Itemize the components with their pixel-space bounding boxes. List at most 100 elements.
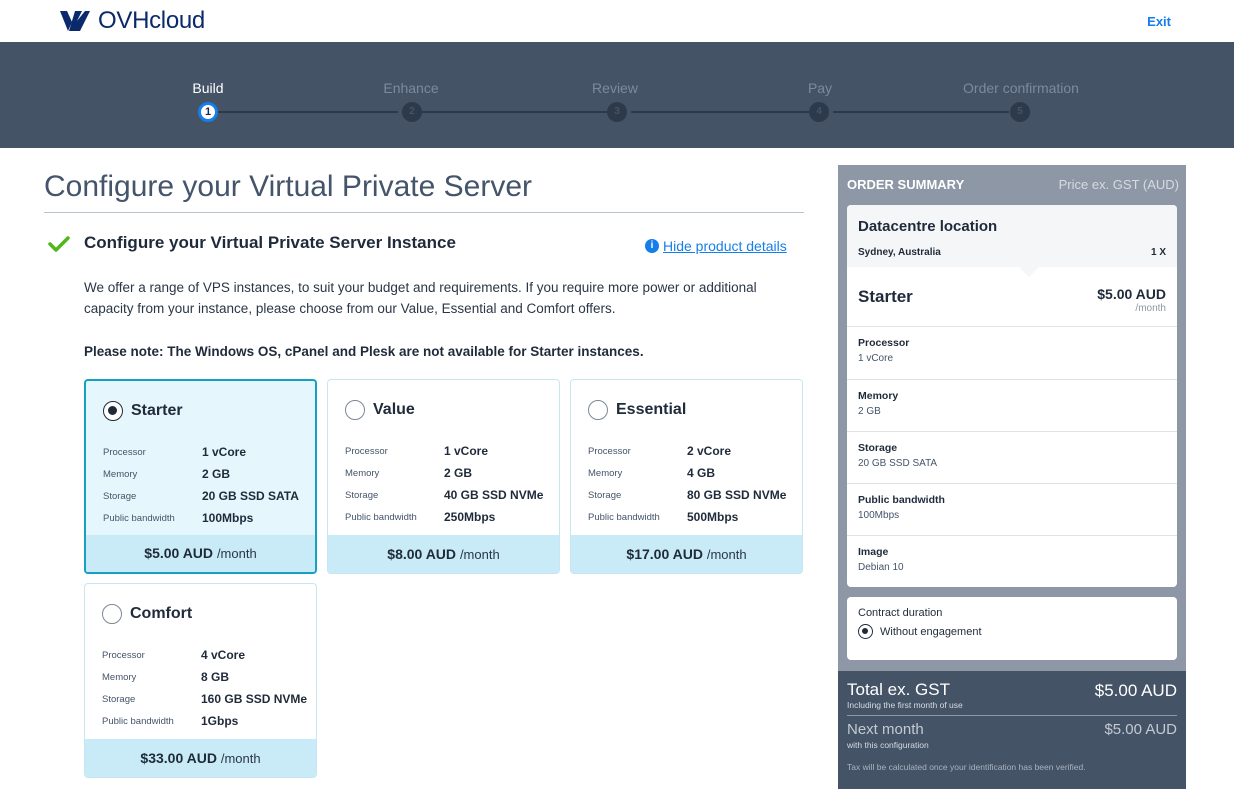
spec-label: Memory xyxy=(588,467,623,479)
total-row: Total ex. GST Including the first month … xyxy=(847,680,1177,711)
ovhcloud-logo[interactable]: OVHcloud xyxy=(60,7,205,35)
contract-duration-title: Contract duration xyxy=(858,607,943,619)
plan-price-period: /month xyxy=(216,546,257,561)
plan-name: Essential xyxy=(616,401,687,418)
spec-label: Processor xyxy=(103,446,146,458)
notch-arrow xyxy=(1019,267,1039,277)
plan-specs: Processor 1 vCore Memory 2 GB Storage 40 GB… xyxy=(345,440,555,528)
starter-limitation-note: Please note: The Windows OS, cPanel and … xyxy=(84,344,644,359)
step-connector xyxy=(833,111,1009,113)
plan-name: Comfort xyxy=(130,605,193,622)
step-connector xyxy=(218,111,398,113)
next-month-label: Next month xyxy=(847,721,924,738)
plan-price: $8.00 AUD /month xyxy=(328,535,559,573)
summary-item-processor: Processor 1 vCore xyxy=(847,327,1177,379)
spec-label: Public bandwidth xyxy=(345,511,417,523)
hide-product-details-label: Hide product details xyxy=(663,238,787,254)
summary-item-value: Debian 10 xyxy=(858,562,904,573)
step-enhance: Enhance xyxy=(331,80,491,100)
plan-price-amount: $8.00 AUD xyxy=(387,546,457,562)
summary-item-memory: Memory 2 GB xyxy=(847,379,1177,431)
summary-item-bandwidth: Public bandwidth 100Mbps xyxy=(847,483,1177,535)
plan-card-comfort[interactable]: Comfort Processor 4 vCore Memory 8 GB Stor… xyxy=(84,583,317,778)
page-title: Configure your Virtual Private Server xyxy=(44,170,532,203)
spec-value: 1 vCore xyxy=(444,444,489,458)
total-label: Total ex. GST xyxy=(847,680,950,699)
spec-label: Memory xyxy=(103,468,138,480)
plan-price-period: /month xyxy=(706,547,747,562)
ovhcloud-logo-icon xyxy=(60,11,90,31)
total-amount: $5.00 AUD xyxy=(1094,681,1177,700)
plan-radio[interactable] xyxy=(345,400,365,420)
step-number: 1 xyxy=(198,102,218,122)
step-connector xyxy=(631,111,809,113)
top-bar: OVHcloud Exit xyxy=(0,0,1234,42)
summary-item-value: 2 GB xyxy=(858,406,881,417)
spec-value: 8 GB xyxy=(201,670,230,684)
plan-radio[interactable] xyxy=(103,401,123,421)
plan-radio[interactable] xyxy=(588,400,608,420)
price-currency-note: Price ex. GST (AUD) xyxy=(1058,177,1179,192)
order-summary-title: ORDER SUMMARY xyxy=(847,177,965,192)
summary-price-amount: $5.00 AUD xyxy=(1097,286,1166,302)
plan-price-amount: $17.00 AUD xyxy=(626,546,703,562)
next-month-amount: $5.00 AUD xyxy=(1104,721,1177,738)
checkmark-icon xyxy=(48,236,70,252)
spec-label: Storage xyxy=(103,490,137,502)
next-month-row: Next month with this configuration $5.00… xyxy=(847,721,1177,750)
order-summary-card: Datacentre location Sydney, Australia 1 … xyxy=(847,205,1177,587)
brand-name: OVHcloud xyxy=(98,7,205,34)
next-month-sublabel: with this configuration xyxy=(847,740,929,750)
spec-label: Processor xyxy=(345,445,388,457)
order-totals: Total ex. GST Including the first month … xyxy=(838,671,1186,789)
order-summary-panel: ORDER SUMMARY Price ex. GST (AUD) Datace… xyxy=(838,165,1186,789)
spec-label: Public bandwidth xyxy=(103,512,175,524)
order-stepper: Build Enhance Review Pay Order confirmat… xyxy=(0,42,1234,148)
plan-radio[interactable] xyxy=(102,604,122,624)
spec-value: 2 vCore xyxy=(687,444,732,458)
spec-value: 250Mbps xyxy=(444,510,496,524)
step-connector xyxy=(422,111,607,113)
divider xyxy=(44,212,804,213)
plan-name: Value xyxy=(373,401,415,418)
summary-item-label: Memory xyxy=(858,390,899,402)
hide-product-details-link[interactable]: i Hide product details xyxy=(645,238,787,254)
plan-price: $17.00 AUD /month xyxy=(571,535,802,573)
total-sublabel: Including the first month of use xyxy=(847,700,963,710)
step-number: 2 xyxy=(402,102,422,122)
step-build: Build xyxy=(128,80,288,100)
spec-value: 160 GB SSD NVMe xyxy=(201,692,308,706)
plan-card-essential[interactable]: Essential Processor 2 vCore Memory 4 GB St… xyxy=(570,379,803,574)
spec-label: Public bandwidth xyxy=(588,511,660,523)
plan-price: $33.00 AUD /month xyxy=(85,739,316,777)
step-number: 4 xyxy=(809,102,829,122)
plan-card-starter[interactable]: Starter Processor 1 vCore Memory 2 GB Stor… xyxy=(84,379,317,574)
exit-link[interactable]: Exit xyxy=(1147,14,1171,29)
plan-price-period: /month xyxy=(220,751,261,766)
step-order-confirmation: Order confirmation xyxy=(941,80,1101,100)
plan-specs: Processor 1 vCore Memory 2 GB Storage 20 GB… xyxy=(103,441,313,529)
step-label: Order confirmation xyxy=(963,80,1079,96)
contract-radio[interactable] xyxy=(858,624,873,639)
plan-card-value[interactable]: Value Processor 1 vCore Memory 2 GB Storag… xyxy=(327,379,560,574)
summary-item-image: Image Debian 10 xyxy=(847,535,1177,587)
summary-item-storage: Storage 20 GB SSD SATA xyxy=(847,431,1177,483)
summary-item-label: Processor xyxy=(858,337,910,349)
step-review: Review xyxy=(535,80,695,100)
plan-price: $5.00 AUD /month xyxy=(86,535,315,572)
summary-item-label: Storage xyxy=(858,442,898,454)
plan-price-amount: $5.00 AUD xyxy=(144,545,214,561)
intro-text: We offer a range of VPS instances, to su… xyxy=(84,280,757,316)
spec-value: 4 GB xyxy=(687,466,716,480)
summary-item-value: 1 vCore xyxy=(858,353,894,364)
spec-label: Storage xyxy=(102,693,136,705)
spec-value: 500Mbps xyxy=(687,510,739,524)
summary-product-name: Starter xyxy=(858,287,913,306)
spec-label: Processor xyxy=(588,445,631,457)
spec-value: 20 GB SSD SATA xyxy=(202,489,299,503)
summary-price-period: /month xyxy=(1135,303,1166,314)
contract-option-without-engagement[interactable]: Without engagement xyxy=(858,624,1166,639)
datacentre-title: Datacentre location xyxy=(858,218,998,235)
contract-option-label: Without engagement xyxy=(880,625,982,638)
spec-label: Storage xyxy=(588,489,622,501)
